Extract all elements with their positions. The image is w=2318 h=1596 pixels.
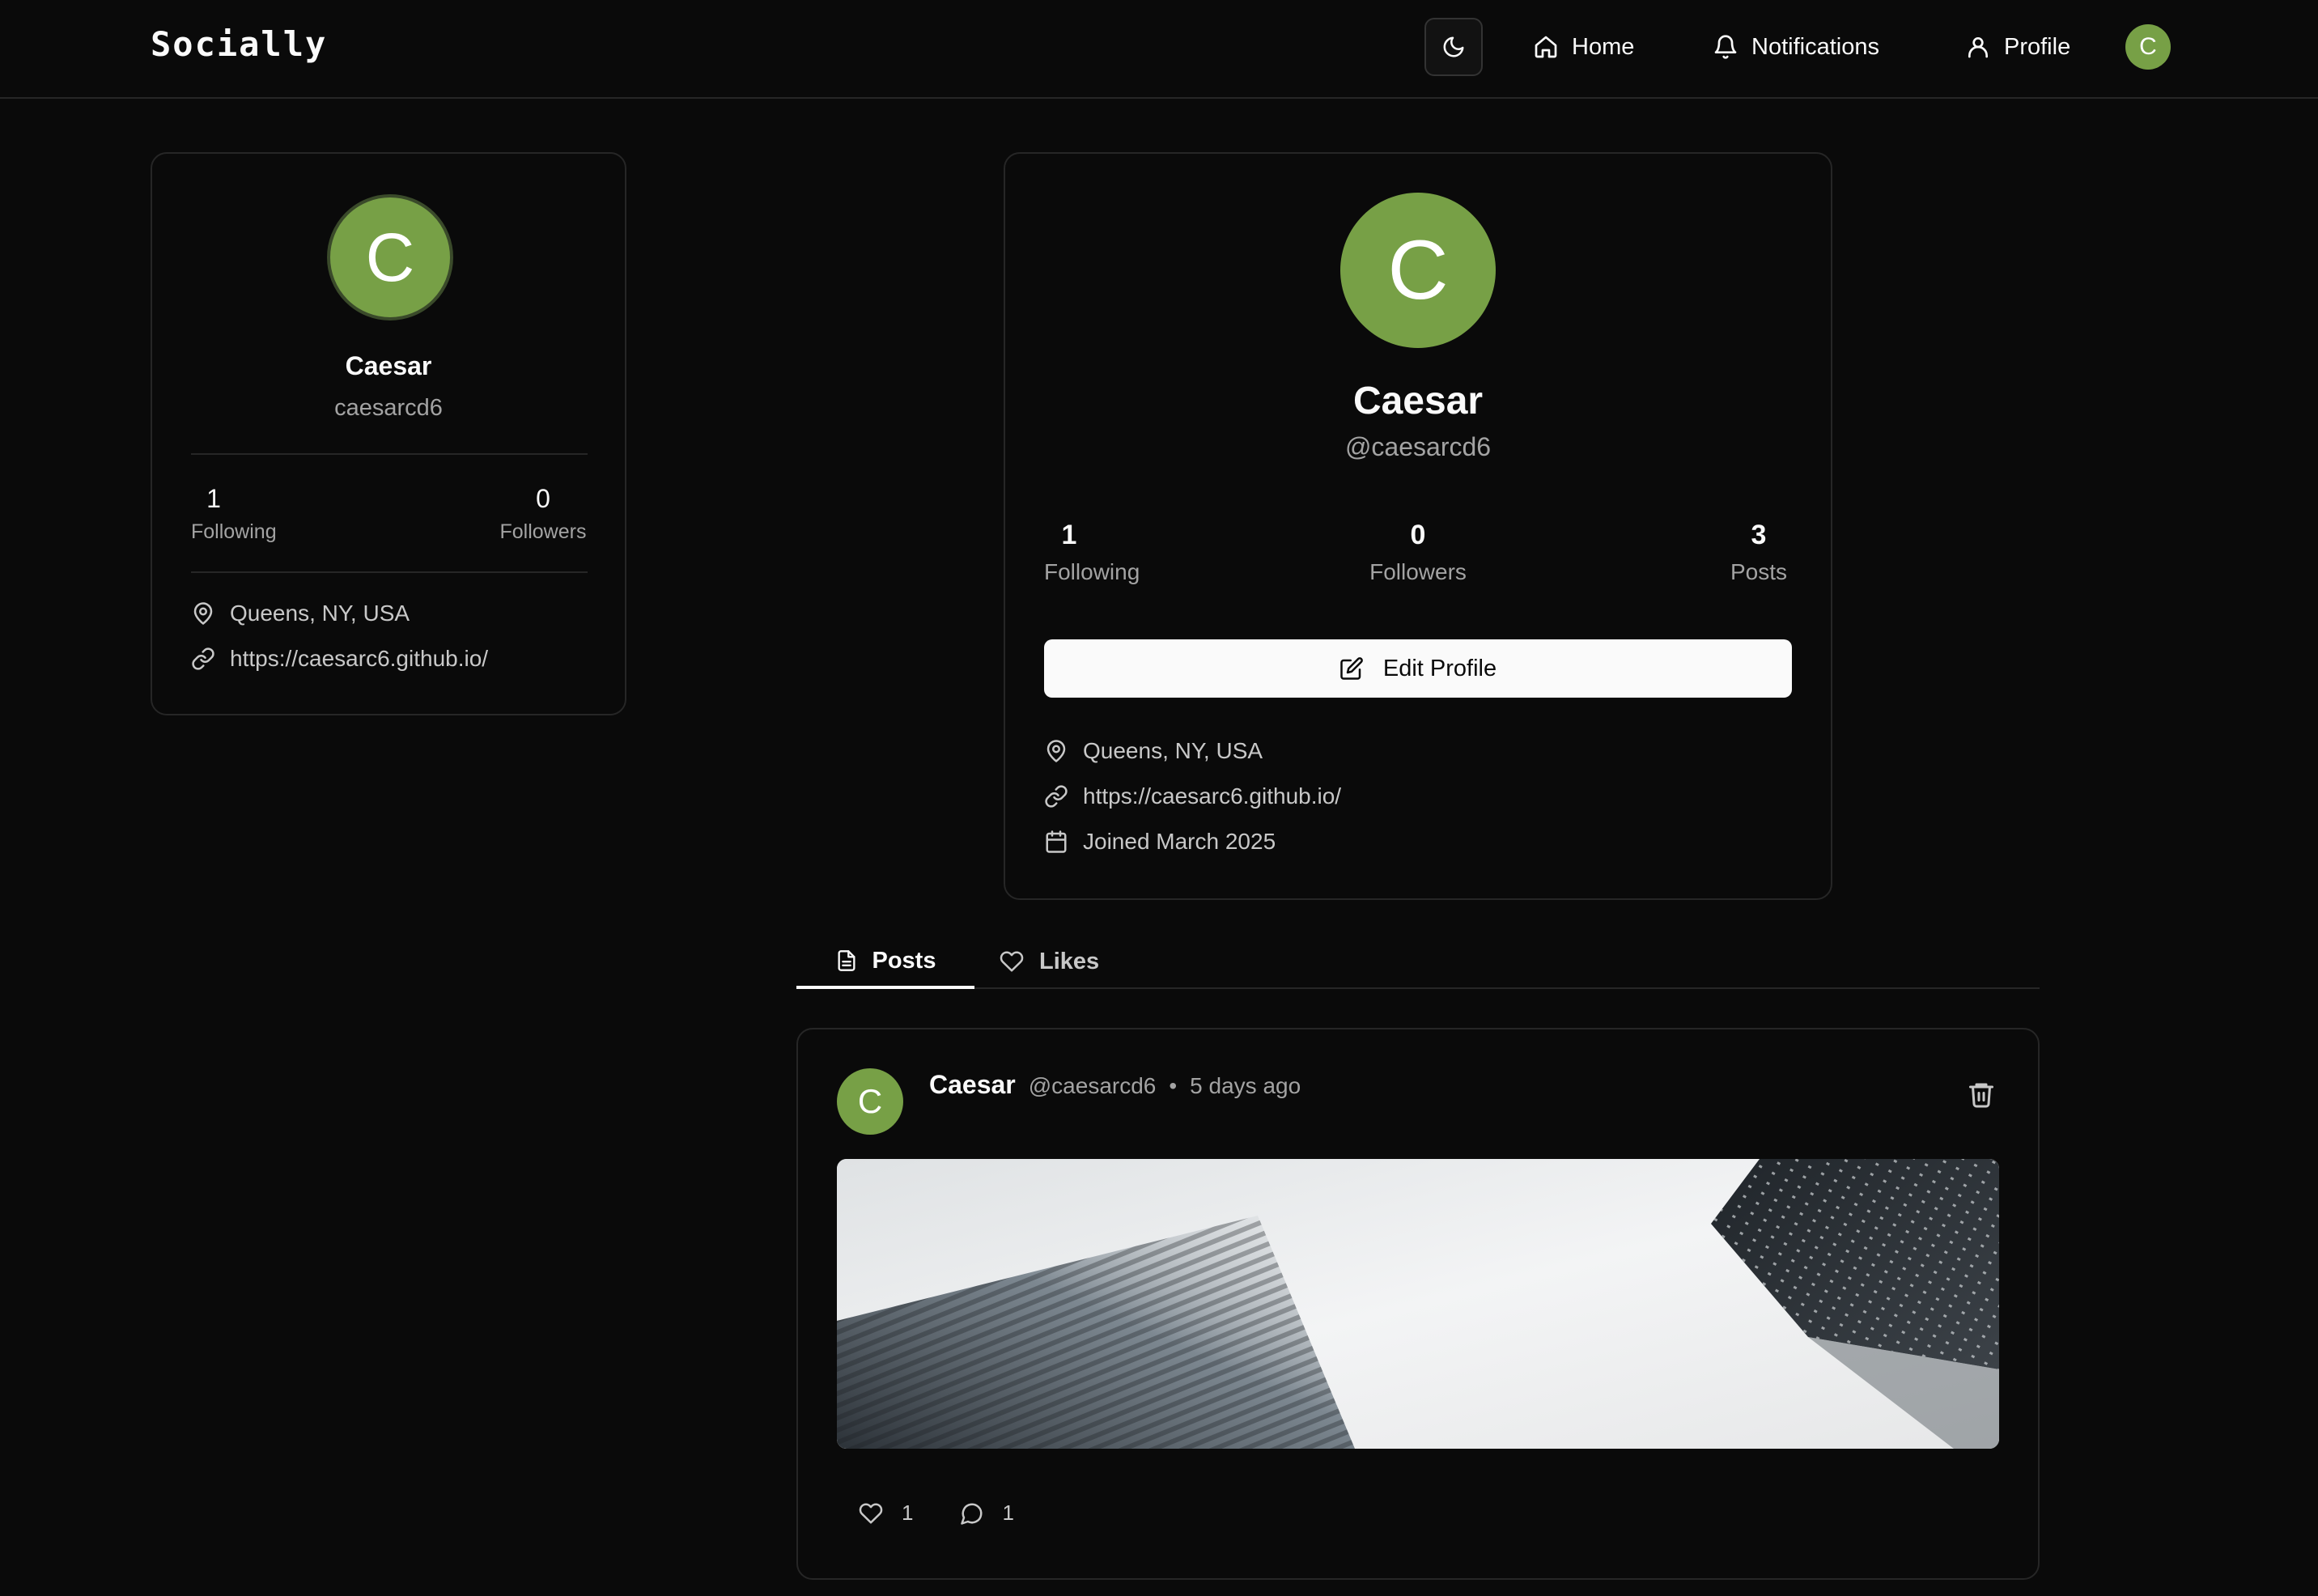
nav-notifications-link[interactable]: Notifications <box>1713 29 1879 65</box>
tab-posts[interactable]: Posts <box>796 936 974 989</box>
stat-value: 0 <box>1410 520 1426 550</box>
bell-icon <box>1714 35 1737 59</box>
profile-avatar: C <box>1340 193 1496 348</box>
edit-profile-label: Edit Profile <box>1382 655 1497 681</box>
brand-logo[interactable]: Socially <box>151 24 327 64</box>
map-pin-icon <box>193 602 213 625</box>
nav-home-label: Home <box>1572 33 1635 60</box>
profile-tabs: Posts Likes <box>796 936 2040 989</box>
stat-value: 0 <box>536 484 550 513</box>
website-link[interactable]: https://caesarc6.github.io/ <box>1083 783 1341 809</box>
location-text: Queens, NY, USA <box>230 601 410 626</box>
stat-value: 1 <box>1061 520 1077 550</box>
stat-value: 3 <box>1751 520 1767 550</box>
link-icon <box>192 647 214 670</box>
profile-stat-posts: 3 Posts <box>1722 520 1795 585</box>
user-avatar[interactable]: C <box>2125 24 2171 70</box>
post-author-handle: @caesarcd6 <box>1028 1073 1157 1098</box>
sidebar-avatar[interactable]: C <box>327 194 453 320</box>
theme-toggle-button[interactable] <box>1424 18 1483 76</box>
profile-card: C Caesar @caesarcd6 1 Following 0 Follow… <box>1004 152 1832 900</box>
like-button[interactable]: 1 <box>858 1500 913 1526</box>
profile-stat-following: 1 Following <box>1044 520 1144 585</box>
like-count: 1 <box>902 1500 914 1525</box>
profile-name: Caesar <box>1352 380 1484 422</box>
skyscraper-photo <box>837 1159 1999 1449</box>
nav-notifications-label: Notifications <box>1751 33 1879 60</box>
comment-button[interactable]: 1 <box>960 1500 1014 1526</box>
sidebar-location: Queens, NY, USA <box>191 601 410 626</box>
nav-home-link[interactable]: Home <box>1533 29 1634 65</box>
edit-profile-button[interactable]: Edit Profile <box>1044 639 1792 698</box>
map-pin-icon <box>1046 740 1066 762</box>
website-link[interactable]: https://caesarc6.github.io/ <box>230 646 488 672</box>
profile-stat-followers: 0 Followers <box>1345 520 1491 585</box>
sidebar-profile-card: C Caesar caesarcd6 1 Following 0 Followe… <box>151 152 626 715</box>
profile-handle: @caesarcd6 <box>1344 432 1492 461</box>
tab-likes[interactable]: Likes <box>999 936 1099 987</box>
nav-profile-link[interactable]: Profile <box>1965 29 2070 65</box>
meta-separator: • <box>1169 1073 1178 1098</box>
heart-icon <box>1000 951 1024 972</box>
stat-label: Following <box>1044 559 1140 584</box>
comment-count: 1 <box>1002 1500 1014 1525</box>
post-timestamp: 5 days ago <box>1190 1073 1301 1098</box>
sidebar-handle: caesarcd6 <box>334 395 443 421</box>
post-header: Caesar @caesarcd6 • 5 days ago <box>929 1070 1301 1100</box>
trash-icon <box>1969 1083 1993 1108</box>
heart-icon <box>859 1503 883 1523</box>
post-card: C Caesar @caesarcd6 • 5 days ago 1 1 <box>796 1028 2040 1580</box>
stat-label: Followers <box>499 520 587 543</box>
calendar-icon <box>1046 830 1067 853</box>
stat-label: Following <box>191 520 277 543</box>
tab-label: Likes <box>1039 948 1100 974</box>
sidebar-stat-followers: 0 Followers <box>490 484 596 544</box>
sidebar-stat-following: 1 Following <box>191 484 280 544</box>
divider <box>191 453 588 455</box>
post-author-name[interactable]: Caesar <box>929 1070 1016 1100</box>
sidebar-name[interactable]: Caesar <box>152 351 625 381</box>
profile-location: Queens, NY, USA <box>1044 738 1263 764</box>
document-icon <box>838 950 855 971</box>
joined-text: Joined March 2025 <box>1083 829 1276 854</box>
delete-post-button[interactable] <box>1967 1080 1996 1109</box>
tab-label: Posts <box>872 947 936 974</box>
post-author-avatar[interactable]: C <box>837 1068 903 1135</box>
post-actions: 1 1 <box>858 1500 1014 1526</box>
stat-value: 1 <box>206 484 221 513</box>
post-image[interactable] <box>837 1159 1999 1449</box>
comment-icon <box>961 1503 983 1525</box>
link-icon <box>1045 785 1068 808</box>
stat-label: Posts <box>1730 559 1788 584</box>
moon-icon <box>1443 36 1464 57</box>
stat-label: Followers <box>1369 559 1467 584</box>
location-text: Queens, NY, USA <box>1083 738 1263 763</box>
edit-icon <box>1340 657 1363 680</box>
user-icon <box>1968 37 1988 58</box>
profile-joined: Joined March 2025 <box>1044 829 1276 855</box>
divider <box>191 571 588 573</box>
top-navbar: Socially Home Notifications Profile C <box>0 0 2318 99</box>
profile-website[interactable]: https://caesarc6.github.io/ <box>1044 783 1341 809</box>
home-icon <box>1535 36 1557 58</box>
nav-profile-label: Profile <box>2004 33 2071 60</box>
sidebar-website[interactable]: https://caesarc6.github.io/ <box>191 646 488 672</box>
